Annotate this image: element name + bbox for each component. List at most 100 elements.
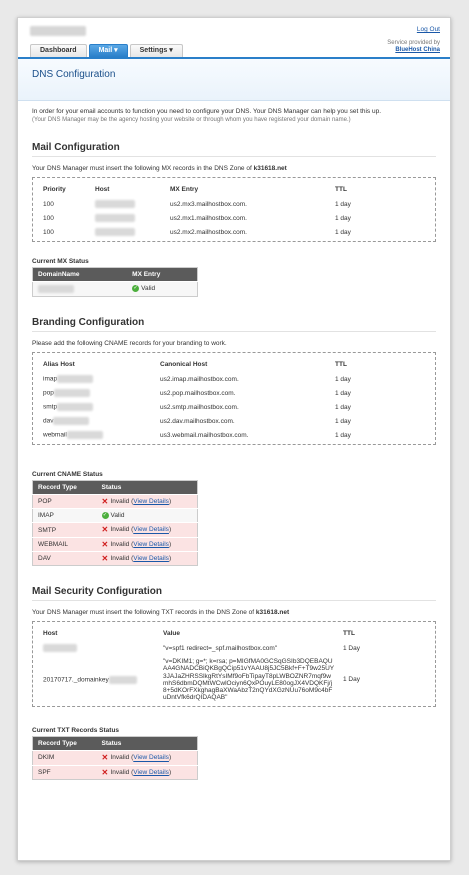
view-details-link[interactable]: View Details [133,555,169,562]
status-cell: ✕ Invalid (View Details) [96,750,198,766]
cname-ttl: 1 day [335,389,351,397]
col-status: Status [96,736,198,751]
cname-records-table: Alias Host Canonical Host TTL imap us2.i… [39,359,429,442]
table-row: webmail us3.webmail.mailhostbox.com. 1 d… [39,428,429,442]
redacted-host [95,214,135,222]
table-row: DAV ✕ Invalid (View Details) [32,550,198,566]
redacted-host [95,228,135,236]
security-desc-text: Your DNS Manager must insert the followi… [32,609,255,617]
redacted-domain [43,644,77,653]
status-text: Invalid [110,498,130,506]
view-details-link[interactable]: View Details [133,541,169,548]
security-zone: k31618.net [255,609,290,617]
security-config-desc: Your DNS Manager must insert the followi… [32,609,436,616]
cname-records-box: Alias Host Canonical Host TTL imap us2.i… [32,352,436,445]
alias-host: imap [39,372,156,386]
col-mx-entry: MX Entry [127,267,198,282]
mx-ttl: 1 day [335,200,351,208]
record-type: IMAP [32,508,97,523]
status-text: Valid [110,512,125,520]
invalid-x-icon: ✕ [101,553,109,563]
mail-zone: k31618.net [253,165,287,172]
provided-by-label: Service provided by [387,40,440,46]
invalid-x-icon: ✕ [101,525,109,535]
txt-value: "v=spf1 redirect=_spf.mailhostbox.com" [163,644,278,652]
status-domain [32,281,128,297]
record-type: SMTP [32,522,97,538]
table-row: POP ✕ Invalid (View Details) [32,493,198,509]
txt-host [39,641,159,655]
mx-records-table: Priority Host MX Entry TTL 100 us2.mx3.m… [39,184,429,239]
mx-entry: us2.mx3.mailhostbox.com. [170,200,247,208]
tab-settings[interactable]: Settings ▾ [129,44,183,57]
status-text: Invalid [110,540,130,548]
view-details-link[interactable]: View Details [133,769,169,776]
mail-config-desc: Your DNS Manager must insert the followi… [32,165,436,172]
canonical-host: us2.pop.mailhostbox.com. [160,389,236,397]
redacted-domain [108,675,137,684]
canonical-host: us2.imap.mailhostbox.com. [160,375,239,383]
mail-config-heading: Mail Configuration [32,142,436,157]
main-content: In order for your email accounts to func… [32,108,436,780]
status-text: Invalid [110,754,130,762]
table-row: pop us2.pop.mailhostbox.com. 1 day [39,386,429,400]
col-priority: Priority [43,186,66,193]
col-ttl: TTL [335,186,347,193]
alias-prefix: dav [43,417,54,425]
col-alias-host: Alias Host [43,361,75,368]
table-row: smtp us2.smtp.mailhostbox.com. 1 day [39,400,429,414]
table-row: IMAP ✓ Valid [32,508,198,523]
table-row: "v=spf1 redirect=_spf.mailhostbox.com" 1… [39,641,429,655]
view-details-link[interactable]: View Details [133,755,169,762]
mx-host [91,225,166,239]
alias-host: smtp [39,400,156,414]
main-tabs: Dashboard Mail ▾ Settings ▾ [30,44,185,57]
table-row: 100 us2.mx1.mailhostbox.com. 1 day [39,211,429,225]
canonical-host: us2.dav.mailhostbox.com. [160,417,235,425]
col-host: Host [43,630,58,638]
status-cell: ✕ Invalid (View Details) [96,550,198,566]
tab-dashboard[interactable]: Dashboard [30,44,87,57]
col-ttl: TTL [335,361,347,368]
cname-status-table: Record Type Status POP ✕ Invalid (View De… [32,480,198,567]
cname-ttl: 1 day [335,375,351,383]
record-type: POP [32,493,97,509]
alias-prefix: webmail [43,431,67,439]
status-text: Valid [141,285,156,293]
view-details-link[interactable]: View Details [133,498,169,505]
mx-entry: us2.mx2.mailhostbox.com. [170,228,247,236]
table-row: imap us2.imap.mailhostbox.com. 1 day [39,372,429,386]
col-record-type: Record Type [32,736,97,751]
invalid-x-icon: ✕ [101,539,109,549]
table-row: SPF ✕ Invalid (View Details) [32,764,198,780]
canonical-host: us2.smtp.mailhostbox.com. [160,403,239,411]
table-row: DKIM ✕ Invalid (View Details) [32,750,198,766]
alias-prefix: imap [43,375,58,383]
check-icon: ✓ [132,285,140,293]
provider-info: Service provided by BlueHost China [387,40,440,54]
tab-mail[interactable]: Mail ▾ [88,44,128,57]
redacted-host [95,200,135,208]
txt-records-table: Host Value TTL "v=spf1 redirect=_spf.mai… [39,628,429,704]
branding-config-desc: Please add the following CNAME records f… [32,340,227,347]
txt-ttl: 1 Day [343,676,360,684]
table-row: ✓ Valid [32,281,198,297]
cname-ttl: 1 day [335,403,351,411]
status-text: Invalid [110,526,130,534]
domain-name-redacted [30,26,86,36]
mx-priority: 100 [43,200,54,208]
view-details-link[interactable]: View Details [133,527,169,534]
security-config-heading: Mail Security Configuration [32,586,436,602]
txt-value: "v=DKIM1; g=*; k=rsa; p=MIGfMA0GCSqGSIb3… [163,658,335,702]
dkim-host-prefix: 20170717._domainkey [43,676,109,684]
provider-link[interactable]: BlueHost China [395,47,440,53]
intro-subline: (Your DNS Manager may be the agency host… [32,117,351,123]
table-row: WEBMAIL ✕ Invalid (View Details) [32,536,198,552]
logout-link[interactable]: Log Out [417,26,440,33]
alias-prefix: smtp [43,403,58,411]
canonical-host: us3.webmail.mailhostbox.com. [160,431,249,439]
mx-priority: 100 [43,214,54,222]
redacted-domain [57,375,94,383]
invalid-x-icon: ✕ [101,753,109,763]
table-row: 100 us2.mx2.mailhostbox.com. 1 day [39,225,429,239]
